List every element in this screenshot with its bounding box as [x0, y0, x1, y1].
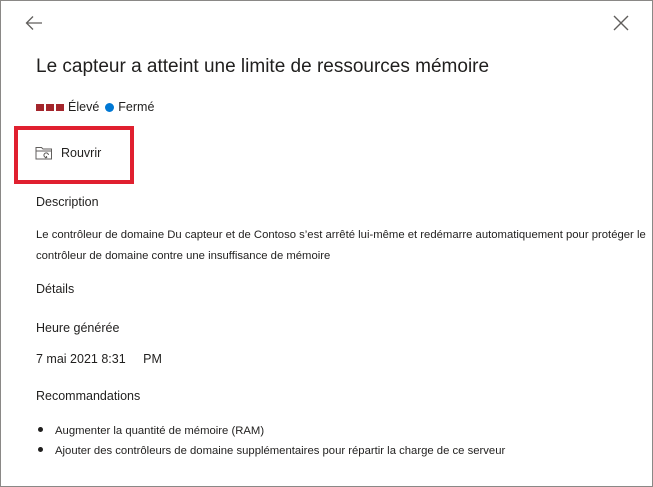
close-icon	[613, 15, 629, 31]
status-dot-icon	[105, 102, 115, 112]
recommendations-heading: Recommandations	[36, 389, 141, 403]
state-label: Fermé	[118, 100, 155, 114]
alert-title: Le capteur a atteint une limite de resso…	[36, 56, 490, 77]
folder-reopen-icon	[35, 147, 52, 160]
description-heading: Description	[36, 195, 99, 209]
time-generated-label: Heure générée	[36, 321, 120, 335]
status-row: Élevé Fermé	[36, 99, 154, 115]
list-item: Augmenter la quantité de mémoire (RAM)	[36, 421, 505, 441]
time-suffix: PM	[143, 352, 162, 366]
close-button[interactable]	[611, 13, 631, 33]
severity-label: Élevé	[68, 100, 100, 114]
bullet-icon	[38, 447, 43, 452]
time-value: 7 mai 2021 8:31	[36, 352, 126, 366]
severity-high-icon	[36, 103, 64, 111]
recommendation-text: Ajouter des contrôleurs de domaine suppl…	[55, 445, 506, 457]
description-line: contrôleur de domaine contre une insuffi…	[36, 250, 331, 262]
reopen-label: Rouvrir	[61, 146, 102, 160]
arrow-left-icon	[25, 16, 42, 30]
reopen-button[interactable]: Rouvrir	[35, 145, 101, 161]
back-button[interactable]	[23, 12, 45, 34]
time-generated-value: 7 mai 2021 8:31 PM	[36, 352, 162, 366]
description-text: Le contrôleur de domaine Du capteur et d…	[36, 225, 646, 267]
description-line: Le contrôleur de domaine Du capteur et d…	[36, 229, 646, 241]
alert-details-panel: Le capteur a atteint une limite de resso…	[0, 0, 653, 487]
recommendation-text: Augmenter la quantité de mémoire (RAM)	[55, 425, 265, 437]
list-item: Ajouter des contrôleurs de domaine suppl…	[36, 441, 505, 461]
bullet-icon	[38, 427, 43, 432]
details-heading: Détails	[36, 282, 75, 296]
recommendations-list: Augmenter la quantité de mémoire (RAM) A…	[36, 421, 505, 461]
